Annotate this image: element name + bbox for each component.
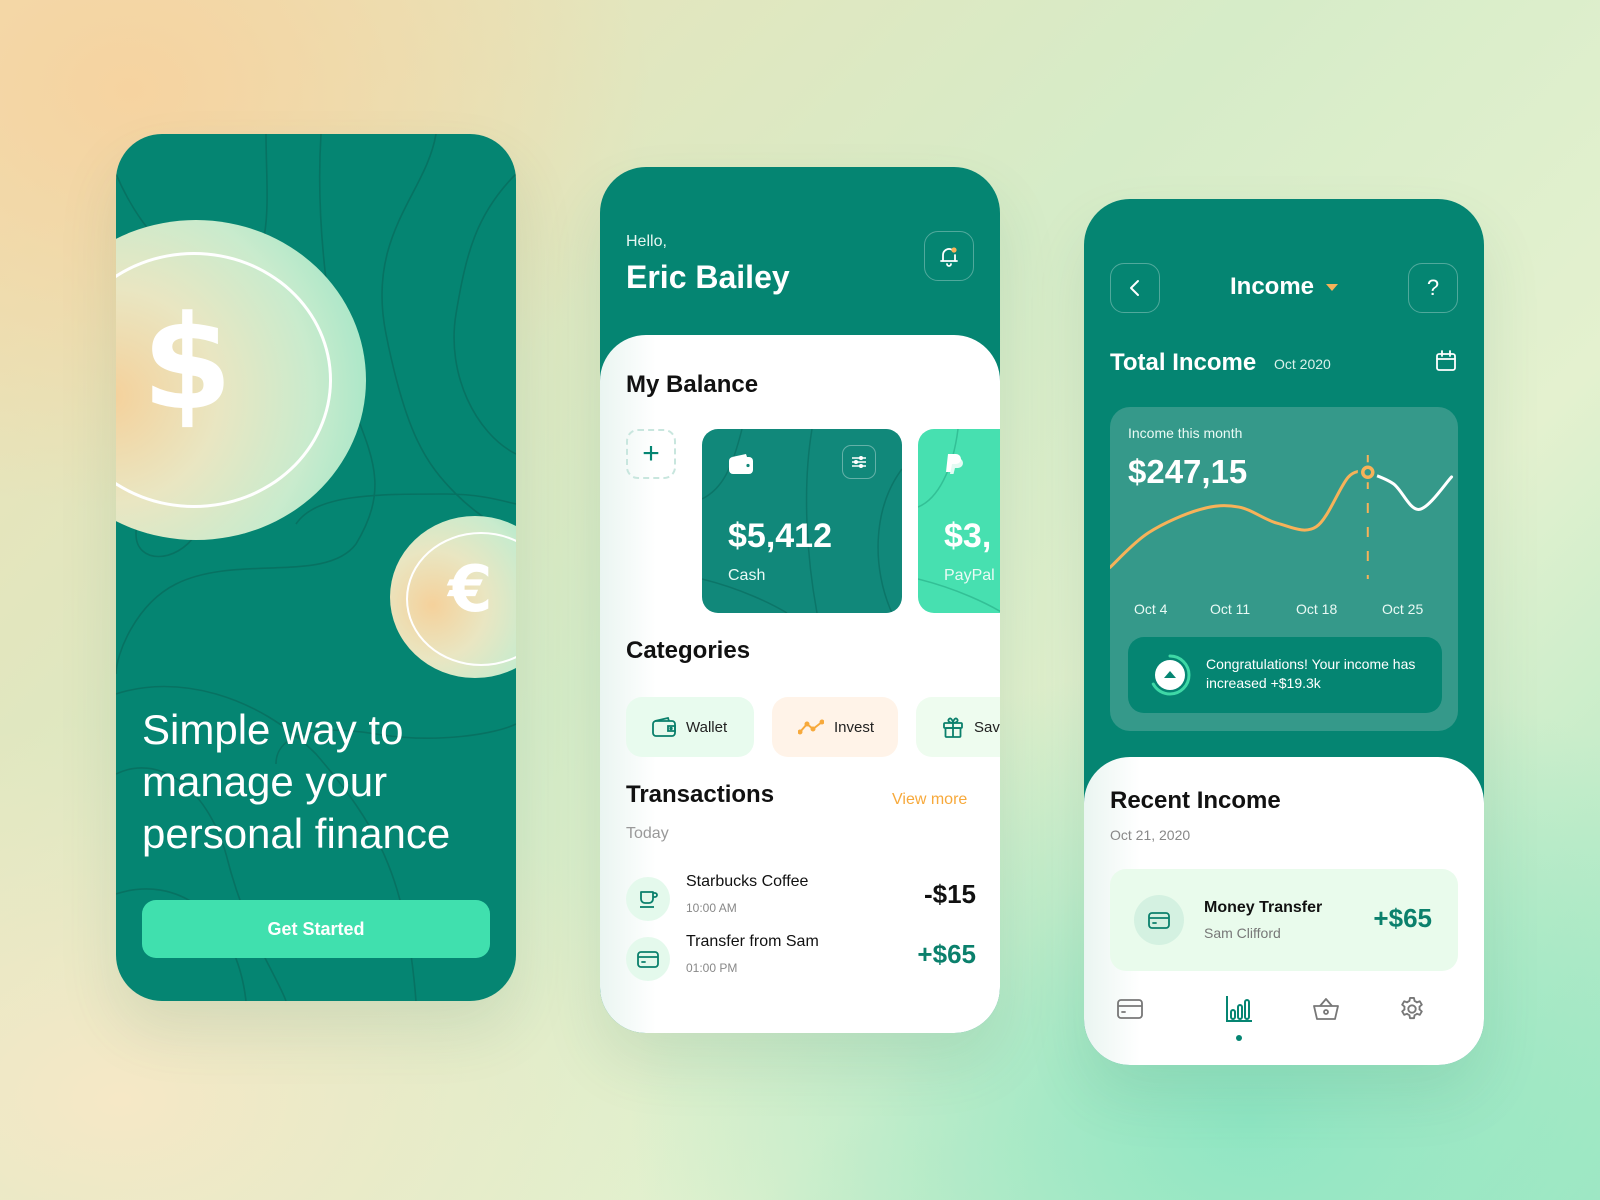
transaction-icon-badge: [626, 877, 670, 921]
account-amount: $3,: [944, 517, 992, 555]
recent-income-heading: Recent Income: [1110, 787, 1281, 814]
income-amount: +$65: [1373, 903, 1432, 933]
dollar-icon: $: [142, 287, 233, 439]
nav-shop[interactable]: [1306, 989, 1346, 1029]
credit-card-icon: [1117, 999, 1143, 1019]
sliders-icon: [852, 455, 866, 469]
marker-halo: [1357, 462, 1378, 483]
category-invest[interactable]: Invest: [772, 697, 898, 757]
income-screen: Income ? Total Income Oct 2020 Income th…: [1084, 199, 1484, 1065]
income-line-past: [1110, 469, 1370, 569]
nav-settings[interactable]: [1392, 989, 1432, 1029]
total-income-heading: Total Income: [1110, 349, 1257, 376]
x-tick-label: Oct 18: [1296, 601, 1338, 617]
category-label: Invest: [834, 718, 875, 736]
period-label: Oct 2020: [1274, 356, 1331, 372]
account-card-cash[interactable]: $5,412 Cash: [702, 429, 902, 613]
view-more-link[interactable]: View more: [892, 791, 967, 809]
credit-card-icon: [637, 951, 659, 968]
notifications-button[interactable]: [924, 231, 974, 281]
account-label: Cash: [728, 567, 766, 584]
income-item[interactable]: Money Transfer Sam Clifford +$65: [1110, 869, 1458, 971]
paypal-icon: [946, 454, 963, 474]
transaction-row[interactable]: Starbucks Coffee 10:00 AM -$15: [626, 873, 976, 923]
help-button[interactable]: ?: [1408, 263, 1458, 313]
onboarding-headline: Simple way to manage your personal finan…: [142, 706, 451, 857]
transaction-time: 10:00 AM: [686, 901, 737, 915]
transaction-amount: +$65: [917, 939, 976, 969]
get-started-button[interactable]: Get Started: [142, 900, 490, 958]
income-line-projected: [1366, 470, 1454, 511]
greeting: Hello,: [626, 233, 667, 250]
trend-icon: [798, 719, 824, 735]
group-label: Today: [626, 825, 669, 842]
caret-down-icon: [1326, 284, 1339, 292]
income-title: Money Transfer: [1204, 899, 1323, 916]
category-savings[interactable]: Savi: [916, 697, 1000, 757]
category-wallet[interactable]: Wallet: [626, 697, 754, 757]
add-account-button[interactable]: +: [626, 429, 676, 479]
recent-income-date: Oct 21, 2020: [1110, 827, 1191, 843]
bar-chart-icon: [1226, 996, 1252, 1022]
user-name: Eric Bailey: [626, 259, 790, 295]
x-tick-label: Oct 25: [1382, 601, 1424, 617]
income-subtitle: Sam Clifford: [1204, 925, 1281, 941]
income-icon-badge: [1134, 895, 1184, 945]
account-card-paypal[interactable]: $3, PayPal: [918, 429, 1000, 613]
bottom-nav: [1084, 989, 1484, 1049]
categories-heading: Categories: [626, 637, 751, 664]
nav-stats[interactable]: [1219, 989, 1259, 1029]
question-icon: ?: [1426, 275, 1440, 300]
x-tick-label: Oct 11: [1210, 601, 1251, 617]
category-label: Savi: [974, 718, 1000, 736]
increase-badge-icon: [1149, 654, 1191, 696]
calendar-icon[interactable]: [1434, 349, 1458, 373]
basket-icon: [1313, 998, 1339, 1020]
congrats-text: Congratulations! Your income has increas…: [1206, 656, 1416, 691]
account-label: PayPal: [944, 567, 995, 584]
screen-title: Income: [1229, 273, 1315, 300]
bell-icon: [940, 247, 958, 267]
coffee-cup-icon: [640, 891, 658, 908]
x-tick-label: Oct 4: [1134, 601, 1168, 617]
category-label: Wallet: [686, 718, 728, 736]
transaction-title: Transfer from Sam: [686, 933, 819, 950]
transaction-amount: -$15: [923, 879, 976, 909]
gift-icon: [943, 717, 963, 738]
credit-card-icon: [1148, 912, 1170, 929]
account-amount: $5,412: [728, 517, 832, 555]
wallet-icon: [652, 717, 676, 737]
transaction-icon-badge: [626, 937, 670, 981]
transaction-title: Starbucks Coffee: [686, 873, 809, 890]
onboarding-screen: $ € Simple way to manage your personal f…: [116, 134, 516, 1001]
card-options-button[interactable]: [842, 445, 876, 479]
nav-cards[interactable]: [1110, 989, 1150, 1029]
gear-icon: [1401, 996, 1423, 1020]
transaction-time: 01:00 PM: [686, 961, 738, 975]
active-indicator: [1236, 1035, 1242, 1041]
my-balance-heading: My Balance: [626, 371, 759, 398]
wallet-icon: [729, 454, 753, 474]
euro-icon: €: [448, 553, 493, 627]
income-chart-card: Income this month $247,15 Oct 4 Oct 11 O…: [1110, 407, 1458, 731]
congrats-banner: Congratulations! Your income has increas…: [1128, 637, 1442, 713]
dashboard-screen: Hello, Eric Bailey My Balance + $5,412 C…: [600, 167, 1000, 1033]
transactions-heading: Transactions: [626, 781, 775, 808]
transaction-row[interactable]: Transfer from Sam 01:00 PM +$65: [626, 933, 976, 983]
